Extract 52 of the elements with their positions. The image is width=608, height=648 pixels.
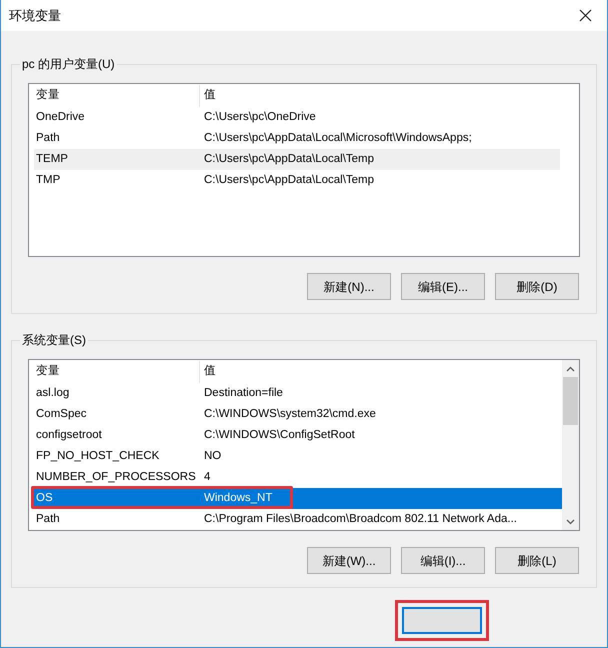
variable-name: TMP xyxy=(35,172,62,188)
variable-name: FP_NO_HOST_CHECK xyxy=(35,448,160,464)
variable-list[interactable]: 变量 值 OneDrive C:\Users\pc\OneDrive Path C:\Users\pc\AppData\Local\Microsoft\WindowsApps; TEMP C:\Users\pc\AppData\Local\Temp TMP C:\Users\pc\AppData\Local\Temp xyxy=(28,83,580,257)
list-row[interactable]: Path C:\Users\pc\AppData\Local\Microsoft\WindowsApps; xyxy=(34,128,560,149)
list-row[interactable]: TMP C:\Users\pc\AppData\Local\Temp xyxy=(34,170,560,191)
list-row[interactable]: TEMP C:\Users\pc\AppData\Local\Temp xyxy=(34,149,560,170)
action-button[interactable]: 编辑(I)... xyxy=(401,547,485,574)
close-icon xyxy=(578,9,592,22)
group-label: 系统变量(S) xyxy=(20,332,88,348)
column-header[interactable]: 值 xyxy=(200,85,560,107)
variable-name: asl.log xyxy=(35,386,70,401)
list-row[interactable]: OS Windows_NT xyxy=(34,488,562,509)
group-label: pc 的用户变量(U) xyxy=(20,56,117,72)
list-row[interactable]: FP_NO_HOST_CHECK NO xyxy=(34,446,562,467)
action-button[interactable]: 编辑(E)... xyxy=(401,273,485,300)
variable-value: 4 xyxy=(203,470,210,485)
variable-name: OneDrive xyxy=(35,110,86,125)
column-header[interactable]: 值 xyxy=(200,361,562,383)
variable-name: Path xyxy=(35,512,61,527)
variable-name: OS xyxy=(35,490,54,506)
variable-value: NO xyxy=(203,448,222,464)
variable-value: C:\WINDOWS\system32\cmd.exe xyxy=(203,406,376,422)
action-button[interactable]: 删除(L) xyxy=(495,547,579,574)
variable-value: C:\WINDOWS\ConfigSetRoot xyxy=(203,428,355,443)
scroll-thumb[interactable] xyxy=(563,377,578,425)
list-row[interactable]: OneDrive C:\Users\pc\OneDrive xyxy=(34,107,560,128)
variable-name: Path xyxy=(35,130,61,146)
ok-button[interactable] xyxy=(402,607,482,634)
list-row[interactable]: asl.log Destination=file xyxy=(34,383,562,404)
column-header[interactable]: 变量 xyxy=(34,361,200,383)
variable-value: C:\Users\pc\AppData\Local\Temp xyxy=(203,152,374,167)
variable-value: C:\Users\pc\AppData\Local\Temp xyxy=(203,172,374,188)
action-button[interactable]: 新建(W)... xyxy=(307,547,391,574)
list-row[interactable]: Path C:\Program Files\Broadcom\Broadcom 802.11 Network Ada... xyxy=(34,509,562,530)
variable-value: Destination=file xyxy=(203,386,283,401)
scrollbar[interactable] xyxy=(562,360,579,530)
variable-value: C:\Program Files\Broadcom\Broadcom 802.11 Network Ada... xyxy=(203,512,517,527)
variable-name: NUMBER_OF_PROCESSORS xyxy=(35,470,197,485)
variable-name: ComSpec xyxy=(35,406,88,422)
variable-list[interactable] xyxy=(28,359,580,531)
variable-value: C:\Users\pc\AppData\Local\Microsoft\WindowsApps; xyxy=(203,130,472,146)
list-row[interactable]: configsetroot C:\WINDOWS\ConfigSetRoot xyxy=(34,425,562,446)
list-row[interactable]: NUMBER_OF_PROCESSORS 4 xyxy=(34,467,562,488)
column-header[interactable]: 变量 xyxy=(34,85,200,107)
variable-value: C:\Users\pc\OneDrive xyxy=(203,110,316,125)
action-button[interactable]: 删除(D) xyxy=(495,273,579,300)
variable-value: Windows_NT xyxy=(203,490,272,506)
variable-name: configsetroot xyxy=(35,428,103,443)
action-button[interactable]: 新建(N)... xyxy=(307,273,391,300)
variable-name: TEMP xyxy=(35,152,69,167)
list-row[interactable]: ComSpec C:\WINDOWS\system32\cmd.exe xyxy=(34,404,562,425)
window-title: 环境变量 xyxy=(9,6,61,25)
